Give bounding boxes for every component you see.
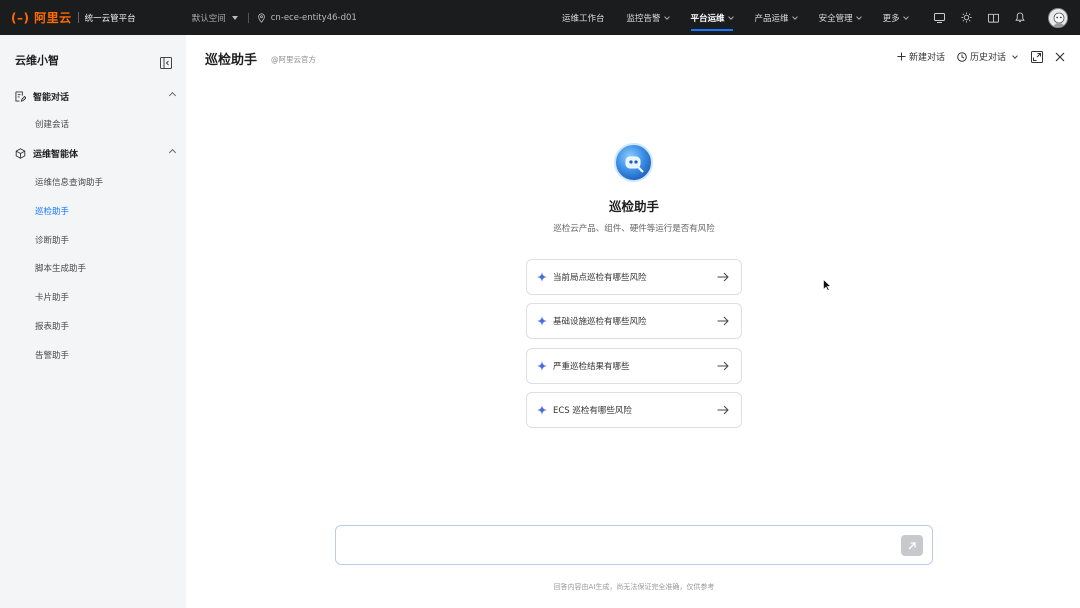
book-icon[interactable]: [986, 11, 1000, 25]
sidebar-item-diagnosis[interactable]: 诊断助手: [35, 234, 69, 246]
plus-icon: [897, 52, 906, 61]
sidebar-item-script-gen[interactable]: 脚本生成助手: [35, 262, 86, 274]
suggestion-button[interactable]: 严重巡检结果有哪些: [526, 348, 742, 384]
history-button[interactable]: 历史对话: [957, 50, 1018, 63]
sparkle-icon: [537, 405, 547, 415]
sidebar-title: 云维小智: [15, 54, 59, 67]
chevron-down-icon: [855, 13, 862, 20]
send-arrow-icon: [908, 541, 916, 549]
send-button[interactable]: [901, 535, 923, 556]
new-chat-button[interactable]: 新建对话: [897, 50, 945, 63]
arrow-right-icon: [717, 272, 729, 282]
page-title: 巡检助手: [205, 53, 258, 68]
cube-icon: [15, 148, 26, 159]
nav-ops-workbench[interactable]: 运维工作台: [562, 0, 605, 35]
robot-icon: [625, 156, 644, 173]
nav-security[interactable]: 安全管理: [819, 0, 862, 35]
sparkle-icon: [537, 361, 547, 371]
assistant-description: 巡检云产品、组件、硬件等运行是否有风险: [553, 224, 715, 234]
ai-disclaimer: 回答内容由AI生成，尚无法保证完全准确，仅供参考: [553, 583, 715, 591]
sidebar: 云维小智 智能对话 创建会话 运维智能体 运维信息查询助手 巡检助手 诊断助手 …: [0, 35, 186, 608]
chevron-up-icon: [168, 91, 177, 100]
sidebar-item-alert[interactable]: 告警助手: [35, 349, 69, 361]
mouse-cursor-icon: [823, 279, 831, 291]
sidebar-group-label: 智能对话: [33, 93, 70, 103]
topbar-icons: [932, 0, 1068, 35]
workspace-label: 默认空间: [191, 13, 226, 24]
chat-input[interactable]: [335, 525, 933, 565]
sidebar-item-report[interactable]: 报表助手: [35, 320, 69, 332]
sidebar-group-chat[interactable]: 智能对话: [15, 90, 177, 103]
assistant-avatar: [614, 143, 653, 182]
sun-icon[interactable]: [959, 11, 973, 25]
arrow-right-icon: [717, 405, 729, 415]
bell-icon[interactable]: [1013, 11, 1027, 25]
arrow-right-icon: [717, 316, 729, 326]
chevron-down-icon: [1012, 52, 1018, 59]
expand-icon: [1031, 50, 1043, 63]
region-label: cn-ece-entity46-d01: [270, 12, 357, 23]
close-button[interactable]: [1055, 52, 1065, 62]
chat-edit-icon: [15, 91, 26, 102]
expand-button[interactable]: [1031, 50, 1043, 63]
nav-product-ops[interactable]: 产品运维: [755, 0, 798, 35]
brand[interactable]: (–) 阿里云 统一云管平台: [11, 9, 136, 26]
sidebar-group-label: 运维智能体: [33, 150, 79, 160]
location-pin-icon: [257, 12, 265, 23]
sidebar-group-agents[interactable]: 运维智能体: [15, 147, 177, 160]
close-icon: [1055, 52, 1065, 61]
sidebar-item-ops-query[interactable]: 运维信息查询助手: [35, 176, 103, 188]
nav-platform-ops[interactable]: 平台运维: [690, 0, 734, 35]
chevron-down-icon: [902, 13, 909, 20]
header-actions: 新建对话 历史对话: [885, 50, 1065, 63]
screen-icon[interactable]: [932, 11, 946, 25]
divider: [77, 12, 79, 23]
main-nav: 运维工作台 监控告警 平台运维 产品运维 安全管理 更多: [562, 0, 930, 35]
chevron-down-icon: [791, 13, 798, 20]
top-navigation-bar: (–) 阿里云 统一云管平台 默认空间 cn-ece-entity46-d01 …: [0, 0, 1080, 35]
sparkle-icon: [537, 272, 547, 282]
assistant-name: 巡检助手: [608, 199, 659, 214]
user-avatar[interactable]: [1048, 7, 1068, 28]
clock-icon: [957, 51, 967, 62]
aliyun-logo: (–) 阿里云: [11, 11, 72, 25]
chevron-down-icon: [663, 13, 670, 20]
suggestion-button[interactable]: ECS 巡检有哪些风险: [526, 392, 742, 428]
nav-more[interactable]: 更多: [883, 0, 909, 35]
sparkle-icon: [537, 316, 547, 326]
caret-down-icon: [231, 15, 238, 20]
arrow-right-icon: [717, 361, 729, 371]
divider: [247, 12, 249, 23]
suggestion-button[interactable]: 当前局点巡检有哪些风险: [526, 259, 742, 295]
sidebar-item-card[interactable]: 卡片助手: [35, 291, 69, 303]
sidebar-item-create-session[interactable]: 创建会话: [35, 118, 69, 130]
collapse-sidebar-icon[interactable]: [160, 54, 172, 73]
chevron-down-icon: [727, 13, 734, 20]
chevron-up-icon: [168, 148, 177, 157]
page-subtitle: @阿里云官方: [271, 55, 316, 64]
workspace-selector[interactable]: 默认空间: [192, 12, 238, 24]
platform-name: 统一云管平台: [84, 13, 136, 24]
nav-monitoring[interactable]: 监控告警: [627, 0, 670, 35]
suggestion-button[interactable]: 基础设施巡检有哪些风险: [526, 303, 742, 339]
region-selector[interactable]: cn-ece-entity46-d01: [257, 13, 357, 23]
